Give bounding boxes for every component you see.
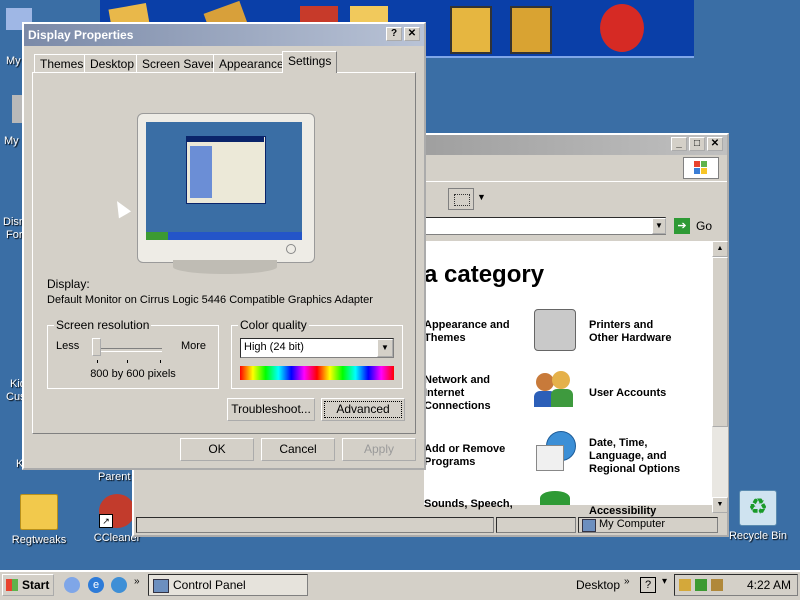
more-label: More	[180, 340, 206, 352]
color-quality-group: Color quality High (24 bit) ▼	[231, 318, 403, 389]
preview-screen	[146, 122, 302, 240]
address-input[interactable]	[420, 217, 666, 235]
color-spectrum-bar	[240, 366, 394, 380]
clock: 4:22 AM	[747, 578, 792, 592]
control-panel-icon	[153, 579, 169, 593]
category-appearance-themes[interactable]: Appearance and Themes	[424, 319, 510, 345]
scroll-thumb[interactable]	[712, 257, 728, 427]
desktop-icon-label: Parent	[98, 471, 131, 483]
go-button[interactable]: ➔ Go	[674, 216, 718, 236]
go-label: Go	[696, 219, 713, 233]
desktop-icon-label: Regtweaks	[11, 534, 67, 546]
ccleaner-icon: ↗	[99, 494, 135, 528]
recycle-bin-icon: ♻	[739, 490, 777, 526]
outlook-express-icon[interactable]	[111, 577, 127, 593]
views-button[interactable]	[448, 188, 474, 210]
chevron-down-icon[interactable]: ▼	[477, 192, 486, 202]
tab-appearance[interactable]: Appearance	[213, 54, 290, 72]
control-panel-content: a category Appearance and Themes Network…	[424, 241, 714, 517]
category-heading: a category	[424, 261, 545, 288]
screen-resolution-group: Screen resolution Less More 800 by 600 p…	[47, 318, 219, 389]
close-button[interactable]: ✕	[707, 137, 723, 151]
desktop-icon-label: My	[4, 135, 19, 147]
minimize-button[interactable]: _	[671, 137, 687, 151]
settings-panel: Display: Default Monitor on Cirrus Logic…	[32, 72, 416, 434]
less-label: Less	[56, 340, 80, 352]
chevron-down-icon[interactable]: ▼	[652, 218, 666, 234]
chevron-down-icon[interactable]: ▾	[662, 576, 667, 587]
status-location: My Computer	[578, 517, 718, 533]
help-button[interactable]: ?	[386, 27, 402, 41]
category-printers-hardware[interactable]: Printers and Other Hardware	[589, 319, 672, 345]
cancel-button[interactable]: Cancel	[261, 438, 335, 461]
monitor-preview-icon	[137, 113, 315, 263]
tab-themes[interactable]: Themes	[34, 54, 90, 72]
tab-settings[interactable]: Settings	[282, 51, 338, 73]
scroll-up-button[interactable]: ▲	[712, 241, 728, 257]
category-user-accounts[interactable]: User Accounts	[589, 387, 666, 400]
close-button[interactable]: ✕	[404, 27, 420, 41]
category-add-remove-programs[interactable]: Add or Remove Programs	[424, 443, 505, 469]
folder-star-icon[interactable]	[510, 6, 552, 54]
windows-logo-icon	[6, 579, 18, 591]
my-computer-icon	[582, 519, 596, 532]
resolution-slider-track[interactable]	[92, 348, 162, 352]
dialog-titlebar[interactable]: Display Properties ? ✕	[24, 24, 424, 46]
user-accounts-icon[interactable]	[534, 369, 574, 409]
resolution-slider-thumb[interactable]	[92, 338, 101, 356]
folder-star-icon[interactable]	[450, 6, 492, 54]
color-quality-label: Color quality	[238, 318, 309, 332]
show-desktop-icon[interactable]	[64, 577, 80, 593]
start-button[interactable]: Start	[2, 574, 54, 596]
tool-icon[interactable]	[711, 579, 723, 591]
regtweaks-shortcut[interactable]: Regtweaks	[4, 494, 74, 546]
category-sounds-speech[interactable]: Sounds, Speech,	[424, 498, 513, 511]
tab-desktop[interactable]: Desktop	[84, 54, 141, 72]
internet-explorer-icon[interactable]: e	[88, 577, 104, 593]
dialog-title: Display Properties	[28, 28, 134, 42]
status-bar: My Computer	[134, 515, 727, 535]
accessibility-icon[interactable]	[540, 491, 570, 505]
color-quality-select[interactable]: High (24 bit) ▼	[240, 338, 394, 358]
desktop-icon-label: Recycle Bin	[728, 530, 788, 542]
tab-screen-saver[interactable]: Screen Saver	[136, 54, 221, 72]
windows-logo-icon	[683, 157, 719, 179]
desktop-icon-label: For	[6, 229, 23, 241]
advanced-button[interactable]: Advanced	[321, 398, 405, 421]
taskbar: Start e » Control Panel Desktop » ? ▾ 4:…	[0, 570, 800, 600]
vertical-scrollbar[interactable]: ▲ ▼	[712, 241, 728, 513]
troubleshoot-button[interactable]: Troubleshoot...	[227, 398, 315, 421]
speaker-icon[interactable]	[679, 579, 691, 591]
screen-resolution-label: Screen resolution	[54, 318, 152, 332]
category-network-internet[interactable]: Network and Internet Connections	[424, 374, 491, 413]
ok-button[interactable]: OK	[180, 438, 254, 461]
printer-icon[interactable]	[534, 309, 576, 351]
desktop-toolbar-label: Desktop	[576, 578, 621, 592]
date-time-globe-icon[interactable]	[534, 431, 576, 471]
scroll-down-button[interactable]: ▼	[712, 497, 728, 513]
chevron-right-icon[interactable]: »	[134, 576, 140, 587]
task-control-panel[interactable]: Control Panel	[148, 574, 308, 596]
apply-button[interactable]: Apply	[342, 438, 416, 461]
mario-icon[interactable]	[600, 4, 644, 52]
resolution-value: 800 by 600 pixels	[90, 368, 176, 380]
folder-icon	[20, 494, 58, 530]
network-icon[interactable]	[695, 579, 707, 591]
category-date-time-regional[interactable]: Date, Time, Language, and Regional Optio…	[589, 437, 680, 476]
system-tray: 4:22 AM	[674, 574, 798, 596]
maximize-button[interactable]: □	[689, 137, 705, 151]
recycle-bin-shortcut[interactable]: ♻ Recycle Bin	[723, 490, 793, 542]
chevron-right-icon[interactable]: »	[624, 576, 630, 587]
help-icon[interactable]: ?	[640, 577, 656, 593]
display-value: Default Monitor on Cirrus Logic 5446 Com…	[47, 294, 373, 306]
power-button-icon	[286, 244, 296, 254]
desktop-icon-label: My	[6, 55, 21, 67]
shortcut-arrow-icon: ↗	[99, 514, 113, 528]
display-label: Display:	[47, 277, 90, 291]
go-arrow-icon: ➔	[674, 218, 690, 234]
chevron-down-icon[interactable]: ▼	[377, 339, 393, 357]
monitor-stand	[173, 260, 277, 274]
display-properties-dialog: Display Properties ? ✕ Themes Desktop Sc…	[22, 22, 426, 470]
